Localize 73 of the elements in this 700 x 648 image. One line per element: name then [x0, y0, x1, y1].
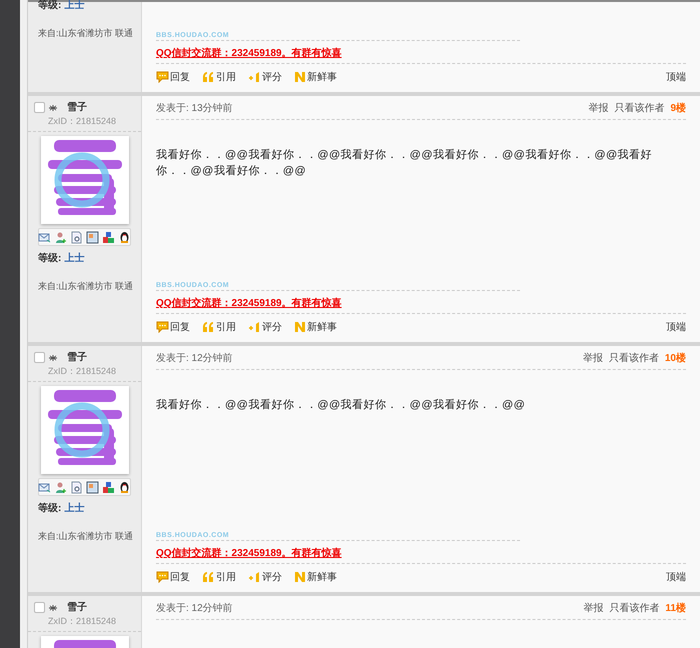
picture-icon[interactable]	[86, 480, 99, 494]
letter-n-icon	[294, 571, 306, 583]
speech-bubble-icon	[156, 571, 169, 583]
plus-one-icon	[248, 71, 261, 83]
back-to-top-link[interactable]: 顶端	[666, 570, 686, 584]
add-friend-icon[interactable]	[54, 480, 67, 494]
quote-button[interactable]: 引用	[202, 320, 236, 334]
user-id: ZxID：21815248	[47, 615, 116, 627]
back-to-top-link[interactable]: 顶端	[666, 70, 686, 84]
plus-one-icon	[248, 321, 261, 333]
rate-button[interactable]: 评分	[248, 570, 282, 584]
floor-number: 9楼	[670, 102, 686, 116]
level-label: 等级:	[38, 0, 62, 11]
qq-group-link[interactable]: QQ信封交流群：232459189。有群有惊喜	[156, 46, 342, 61]
username[interactable]: 雪子	[67, 600, 87, 615]
quote-marks-icon	[202, 71, 215, 83]
author-only-link[interactable]: 只看该作者	[609, 601, 660, 616]
status-icon	[49, 354, 57, 360]
username[interactable]: 雪子	[67, 350, 87, 365]
reply-button[interactable]: 回复	[156, 570, 190, 584]
level-label: 等级:	[38, 503, 62, 514]
penguin-icon[interactable]	[118, 480, 131, 494]
username[interactable]: 雪子	[67, 100, 87, 115]
back-to-top-link[interactable]: 顶端	[666, 320, 686, 334]
report-link[interactable]: 举报	[588, 101, 608, 116]
location-text: 来自:山东省潍坊市 联通	[37, 280, 134, 293]
reply-button[interactable]: 回复	[156, 70, 190, 84]
rate-button[interactable]: 评分	[248, 320, 282, 334]
report-link[interactable]: 举报	[582, 351, 603, 366]
user-id: ZxID：21815248	[47, 365, 116, 377]
location-text: 来自:山东省潍坊市 联通	[37, 530, 134, 543]
post-time: 发表于: 12分钟前	[156, 602, 233, 616]
post-time: 发表于: 12分钟前	[156, 352, 233, 366]
plus-one-icon	[248, 571, 261, 583]
news-button[interactable]: 新鲜事	[294, 320, 337, 334]
news-button[interactable]: 新鲜事	[294, 570, 337, 584]
level-value: 上士	[64, 253, 84, 264]
quote-marks-icon	[202, 571, 215, 583]
author-only-link[interactable]: 只看该作者	[614, 101, 664, 116]
message-icon[interactable]	[38, 230, 51, 244]
quote-marks-icon	[202, 321, 215, 333]
post-content: 我看好你．．@@我看好你．．@@我看好你．．@@我看好你．．@@我看好你．．@@我看好你．．@@我看好你．．@@	[156, 148, 654, 179]
post-content: 我看好你．．@@我看好你．．@@我看好你．．@@我看好你．．@@	[156, 398, 526, 413]
location-text: 来自:山东省潍坊市 联通	[37, 27, 134, 40]
blocks-icon[interactable]	[102, 480, 115, 494]
penguin-icon[interactable]	[118, 230, 131, 244]
picture-icon[interactable]	[86, 230, 99, 244]
qq-group-link[interactable]: QQ信封交流群：232459189。有群有惊喜	[156, 546, 342, 561]
letter-n-icon	[294, 321, 306, 333]
speech-bubble-icon	[156, 321, 169, 333]
qq-group-link[interactable]: QQ信封交流群：232459189。有群有惊喜	[156, 296, 342, 311]
blocks-icon[interactable]	[102, 230, 115, 244]
status-icon	[49, 604, 57, 610]
user-id: ZxID：21815248	[47, 115, 116, 127]
report-link[interactable]: 举报	[583, 601, 604, 616]
status-icon	[49, 104, 57, 110]
quote-button[interactable]: 引用	[202, 570, 236, 584]
level-label: 等级:	[38, 253, 62, 264]
add-friend-icon[interactable]	[54, 230, 67, 244]
floor-number: 11楼	[665, 602, 686, 616]
floor-number: 10楼	[664, 352, 686, 366]
document-icon[interactable]	[70, 480, 83, 494]
speech-bubble-icon	[156, 71, 169, 83]
message-icon[interactable]	[38, 480, 51, 494]
news-button[interactable]: 新鲜事	[294, 70, 337, 84]
letter-n-icon	[294, 71, 306, 83]
quote-button[interactable]: 引用	[202, 70, 236, 84]
post-time: 发表于: 13分钟前	[156, 102, 233, 116]
rate-button[interactable]: 评分	[248, 70, 282, 84]
author-only-link[interactable]: 只看该作者	[608, 351, 659, 366]
level-value: 上士	[64, 503, 84, 514]
document-icon[interactable]	[70, 230, 83, 244]
reply-button[interactable]: 回复	[156, 320, 190, 334]
